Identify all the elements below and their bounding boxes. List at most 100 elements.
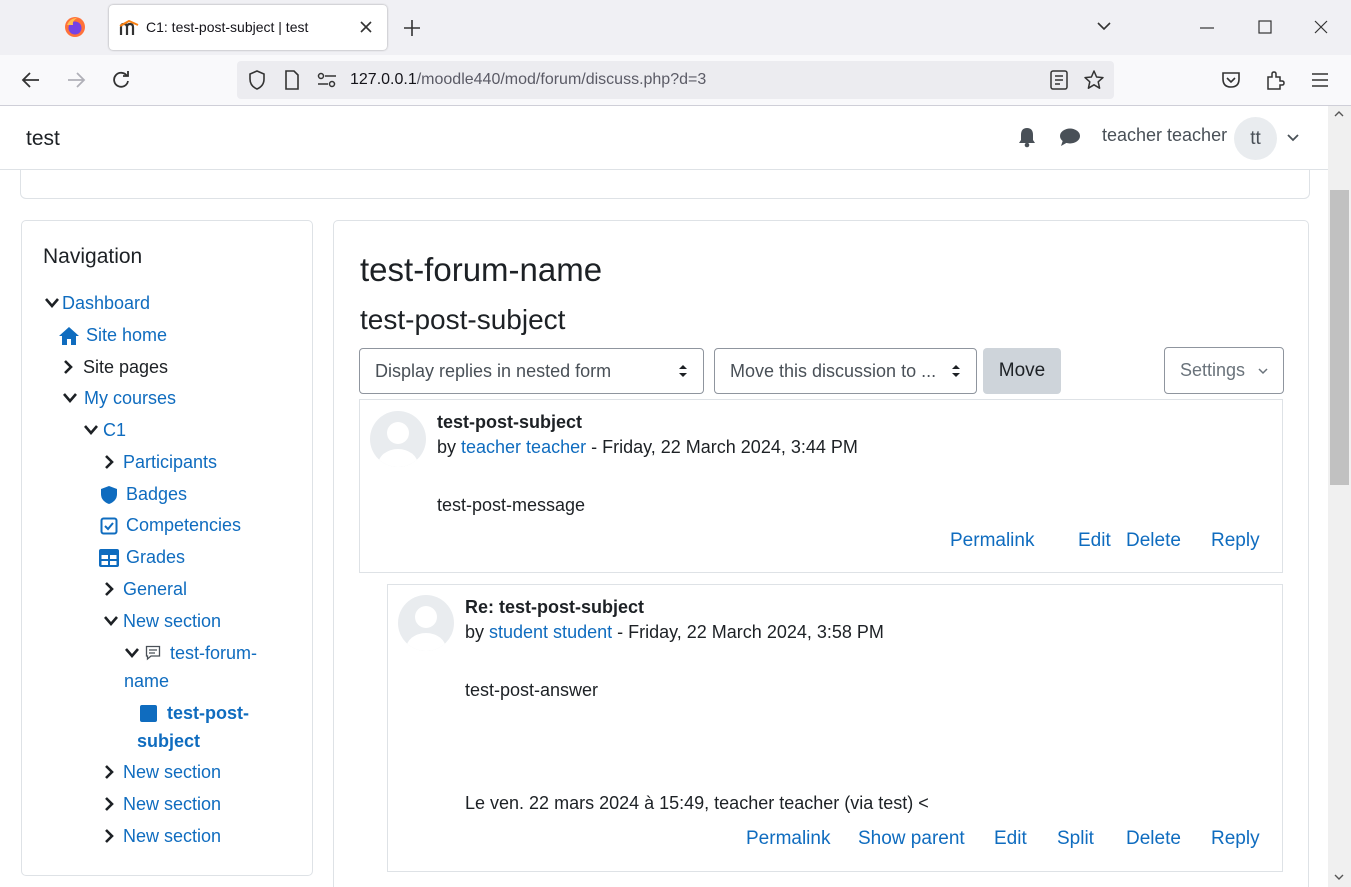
nav-item-label[interactable]: New section <box>123 826 221 847</box>
nav-item-label-line2[interactable]: subject <box>137 731 200 752</box>
chevron-down-icon[interactable] <box>83 424 99 436</box>
chevron-right-icon[interactable] <box>103 764 115 780</box>
permissions-icon[interactable] <box>317 72 337 88</box>
post-by-prefix: by <box>465 622 490 642</box>
shield-icon[interactable] <box>248 70 266 90</box>
post-message: test-post-answer <box>465 680 599 700</box>
user-menu-chevron-down-icon[interactable] <box>1287 134 1299 142</box>
chevron-down-icon[interactable] <box>124 647 140 659</box>
split-link[interactable]: Split <box>1057 828 1094 850</box>
chevron-down-icon[interactable] <box>103 615 119 627</box>
nav-item-label[interactable]: C1 <box>103 420 126 441</box>
edit-link[interactable]: Edit <box>1078 530 1111 552</box>
page-header-region <box>20 170 1310 199</box>
reader-view-icon[interactable] <box>1050 70 1068 90</box>
home-icon <box>58 326 80 346</box>
move-button[interactable]: Move <box>983 348 1061 394</box>
menu-hamburger-icon[interactable] <box>1311 73 1329 87</box>
messages-chat-icon[interactable] <box>1059 127 1081 147</box>
discussion-title: test-post-subject <box>360 304 566 335</box>
new-tab-icon[interactable] <box>403 19 421 37</box>
nav-item-label[interactable]: Site home <box>86 325 167 346</box>
page-icon[interactable] <box>284 70 300 90</box>
chevron-down-icon[interactable] <box>62 392 78 404</box>
navigation-block-title: Navigation <box>43 245 143 268</box>
table-grid-icon <box>99 549 119 567</box>
post-byline: by student student - Friday, 22 March 20… <box>465 622 884 643</box>
scrollbar-thumb[interactable] <box>1330 190 1349 485</box>
delete-link[interactable]: Delete <box>1126 828 1181 850</box>
nav-item-label-line1[interactable]: test-post- <box>167 703 249 724</box>
browser-tab-bar: C1: test-post-subject | test <box>0 0 1351 55</box>
site-name[interactable]: test <box>26 127 60 151</box>
nav-item-label[interactable]: Badges <box>126 484 187 505</box>
permalink-link[interactable]: Permalink <box>950 530 1034 552</box>
post-byline: by teacher teacher - Friday, 22 March 20… <box>437 437 858 458</box>
post-date: - Friday, 22 March 2024, 3:44 PM <box>586 437 858 457</box>
permalink-link[interactable]: Permalink <box>746 828 830 850</box>
user-menu-name[interactable]: teacher teacher <box>1102 125 1227 146</box>
settings-button[interactable]: Settings <box>1164 347 1284 394</box>
nav-item-label[interactable]: My courses <box>84 388 176 409</box>
chevron-right-icon[interactable] <box>103 796 115 812</box>
chevron-down-icon[interactable] <box>44 297 60 309</box>
delete-link[interactable]: Delete <box>1126 530 1181 552</box>
minimize-icon[interactable] <box>1200 27 1214 29</box>
bell-icon[interactable] <box>1017 126 1037 148</box>
post-date: - Friday, 22 March 2024, 3:58 PM <box>612 622 884 642</box>
edit-link[interactable]: Edit <box>994 828 1027 850</box>
avatar[interactable] <box>370 411 426 467</box>
post-subject: Re: test-post-subject <box>465 597 645 617</box>
nav-item-label[interactable]: Grades <box>126 547 185 568</box>
extensions-icon[interactable] <box>1265 70 1285 90</box>
move-discussion-select[interactable]: Move this discussion to ... <box>714 348 977 394</box>
forward-arrow-icon[interactable] <box>66 71 86 89</box>
chevron-right-icon[interactable] <box>62 359 74 375</box>
nav-item-label-line1[interactable]: test-forum- <box>170 643 257 664</box>
scroll-down-icon[interactable] <box>1334 874 1344 880</box>
nav-item-label[interactable]: Participants <box>123 452 217 473</box>
chevron-right-icon[interactable] <box>103 581 115 597</box>
post-author-link[interactable]: student student <box>489 622 612 642</box>
firefox-icon[interactable] <box>64 16 86 38</box>
reply-link[interactable]: Reply <box>1211 530 1260 552</box>
address-bar[interactable]: 127.0.0.1/moodle440/mod/forum/discuss.ph… <box>237 61 1114 99</box>
nav-item-label[interactable]: New section <box>123 762 221 783</box>
nav-item-label[interactable]: New section <box>123 794 221 815</box>
main-content: test-forum-name test-post-subject Displa… <box>333 220 1309 887</box>
close-window-icon[interactable] <box>1314 20 1328 34</box>
close-tab-icon[interactable] <box>359 20 373 34</box>
forum-post: test-post-subject by teacher teacher - F… <box>359 399 1283 573</box>
nav-item-label[interactable]: New section <box>123 611 221 632</box>
avatar[interactable] <box>398 595 454 651</box>
tab-list-chevron-down-icon[interactable] <box>1096 20 1112 32</box>
pocket-icon[interactable] <box>1221 71 1241 89</box>
chevron-right-icon[interactable] <box>103 454 115 470</box>
post-subject: test-post-subject <box>437 412 583 432</box>
active-tab[interactable]: C1: test-post-subject | test <box>109 5 387 50</box>
chevron-right-icon[interactable] <box>103 828 115 844</box>
nav-item-label-line2[interactable]: name <box>124 671 169 692</box>
show-parent-link[interactable]: Show parent <box>858 828 965 850</box>
post-author-link[interactable]: teacher teacher <box>461 437 586 457</box>
nav-item-label[interactable]: Site pages <box>83 357 168 378</box>
reply-link[interactable]: Reply <box>1211 828 1260 850</box>
moodle-favicon-icon <box>119 20 141 36</box>
maximize-icon[interactable] <box>1258 20 1272 34</box>
page-title: test-forum-name <box>360 251 603 288</box>
nav-item-label[interactable]: General <box>123 579 187 600</box>
nav-item-label[interactable]: Dashboard <box>62 293 150 314</box>
checkbox-square-icon <box>100 517 118 535</box>
chevron-down-icon <box>1258 368 1268 375</box>
reload-icon[interactable] <box>111 70 131 90</box>
select-arrows-icon <box>678 364 688 378</box>
bookmark-star-icon[interactable] <box>1083 69 1105 91</box>
back-arrow-icon[interactable] <box>21 71 41 89</box>
avatar[interactable]: tt <box>1234 117 1277 160</box>
post-quote: Le ven. 22 mars 2024 à 15:49, teacher te… <box>465 793 929 813</box>
scroll-up-icon[interactable] <box>1334 111 1344 117</box>
nav-item-label[interactable]: Competencies <box>126 515 241 536</box>
display-mode-select[interactable]: Display replies in nested form <box>359 348 704 394</box>
moodle-page: test teacher teacher tt Navigation Dashb… <box>0 106 1328 887</box>
url-text[interactable]: 127.0.0.1/moodle440/mod/forum/discuss.ph… <box>350 71 706 89</box>
